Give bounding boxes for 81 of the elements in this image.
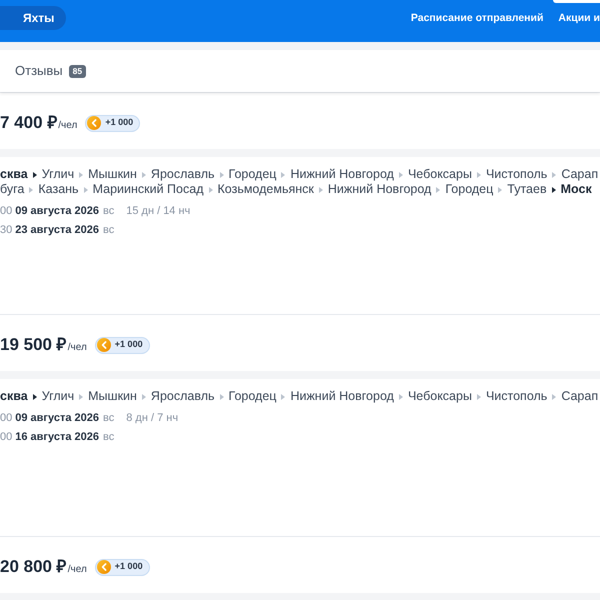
route-stop: Чистополь: [486, 389, 548, 404]
coin-icon: [96, 338, 111, 352]
bonus-text: +1 000: [114, 560, 143, 574]
route-stop: Казань: [38, 182, 79, 197]
per-person-text: /чел: [68, 563, 87, 577]
triangle-icon: [32, 394, 37, 400]
weekday-text: вс: [103, 411, 114, 426]
triangle-icon: [552, 394, 556, 400]
triangle-icon: [398, 172, 403, 178]
triangle-icon: [318, 186, 323, 192]
weekday-text: вс: [103, 223, 114, 238]
header-link[interactable]: Акции и: [558, 11, 600, 27]
route-stop: сква: [0, 389, 28, 404]
time-text: 00: [0, 204, 12, 219]
route-stop: Мышкин: [88, 167, 137, 182]
route-stop: Сарап: [561, 389, 598, 404]
header-panel: [553, 0, 600, 3]
count-badge: 85: [68, 64, 86, 78]
triangle-icon: [398, 394, 403, 400]
route-stop: Городец: [228, 167, 276, 182]
bonus-text: +1 000: [105, 116, 134, 130]
nav-tab[interactable]: Яхты: [23, 9, 54, 27]
duration-text: 15 дн / 14 нч: [126, 204, 190, 219]
triangle-icon: [29, 186, 34, 192]
coin-icon: [87, 116, 102, 130]
route-stop: Мышкин: [88, 389, 137, 404]
triangle-icon: [84, 186, 88, 192]
triangle-icon: [436, 186, 440, 192]
header-link[interactable]: Расписание отправлений: [410, 11, 544, 27]
date-text: 23 августа 2026: [15, 223, 99, 238]
triangle-icon: [208, 186, 212, 192]
route-stop: Чебоксары: [408, 167, 472, 182]
route-stop: Углич: [42, 389, 74, 404]
route-stop: Углич: [42, 167, 74, 182]
weekday-text: вс: [103, 430, 114, 445]
price-text: 20 800 ₽: [0, 556, 67, 578]
route-stop: буга: [0, 182, 24, 197]
triangle-icon: [476, 394, 481, 400]
triangle-icon: [32, 172, 37, 178]
per-person-text: /чел: [58, 119, 78, 133]
time-text: 00: [0, 411, 12, 426]
triangle-icon: [220, 394, 224, 400]
triangle-icon: [476, 172, 481, 178]
route-stop: Сарап: [561, 167, 598, 182]
route-stop: Тутаев: [507, 182, 547, 197]
price-text: 19 500 ₽: [0, 334, 67, 356]
route-stop: Ярославль: [150, 389, 215, 404]
route-stop: сква: [0, 167, 28, 182]
page-tab[interactable]: Отзывы: [15, 61, 63, 81]
route-stop: Чебоксары: [408, 389, 472, 404]
coin-icon: [96, 560, 111, 574]
date-text: 09 августа 2026: [15, 411, 99, 426]
date-text: 16 августа 2026: [15, 430, 99, 445]
route-stop: Мариинский Посад: [92, 182, 204, 197]
route-stop: Козьмодемьянск: [218, 182, 314, 197]
triangle-icon: [498, 186, 502, 192]
route-stop: Ярославль: [150, 167, 215, 182]
triangle-icon: [281, 394, 286, 400]
triangle-icon: [79, 172, 84, 178]
route-stop: Чистополь: [486, 167, 548, 182]
weekday-text: вс: [103, 204, 114, 219]
triangle-icon: [79, 394, 84, 400]
per-person-text: /чел: [68, 341, 87, 355]
triangle-icon: [552, 172, 556, 178]
triangle-icon: [281, 172, 286, 178]
time-text: 00: [0, 430, 12, 445]
route-stop: Городец: [445, 182, 494, 197]
duration-text: 8 дн / 7 нч: [126, 411, 178, 426]
triangle-icon: [142, 172, 146, 178]
route-stop: Нижний Новгород: [290, 167, 394, 182]
route-stop: Нижний Новгород: [328, 182, 432, 197]
triangle-icon: [142, 394, 146, 400]
triangle-icon: [220, 172, 224, 178]
price-text: 7 400 ₽: [0, 112, 58, 134]
route-stop: Нижний Новгород: [290, 389, 394, 404]
triangle-icon: [552, 186, 556, 192]
bonus-text: +1 000: [114, 338, 143, 352]
time-text: 30: [0, 223, 12, 238]
date-text: 09 августа 2026: [15, 204, 99, 219]
route-stop: Городец: [228, 389, 276, 404]
route-stop: Моск: [560, 182, 592, 197]
